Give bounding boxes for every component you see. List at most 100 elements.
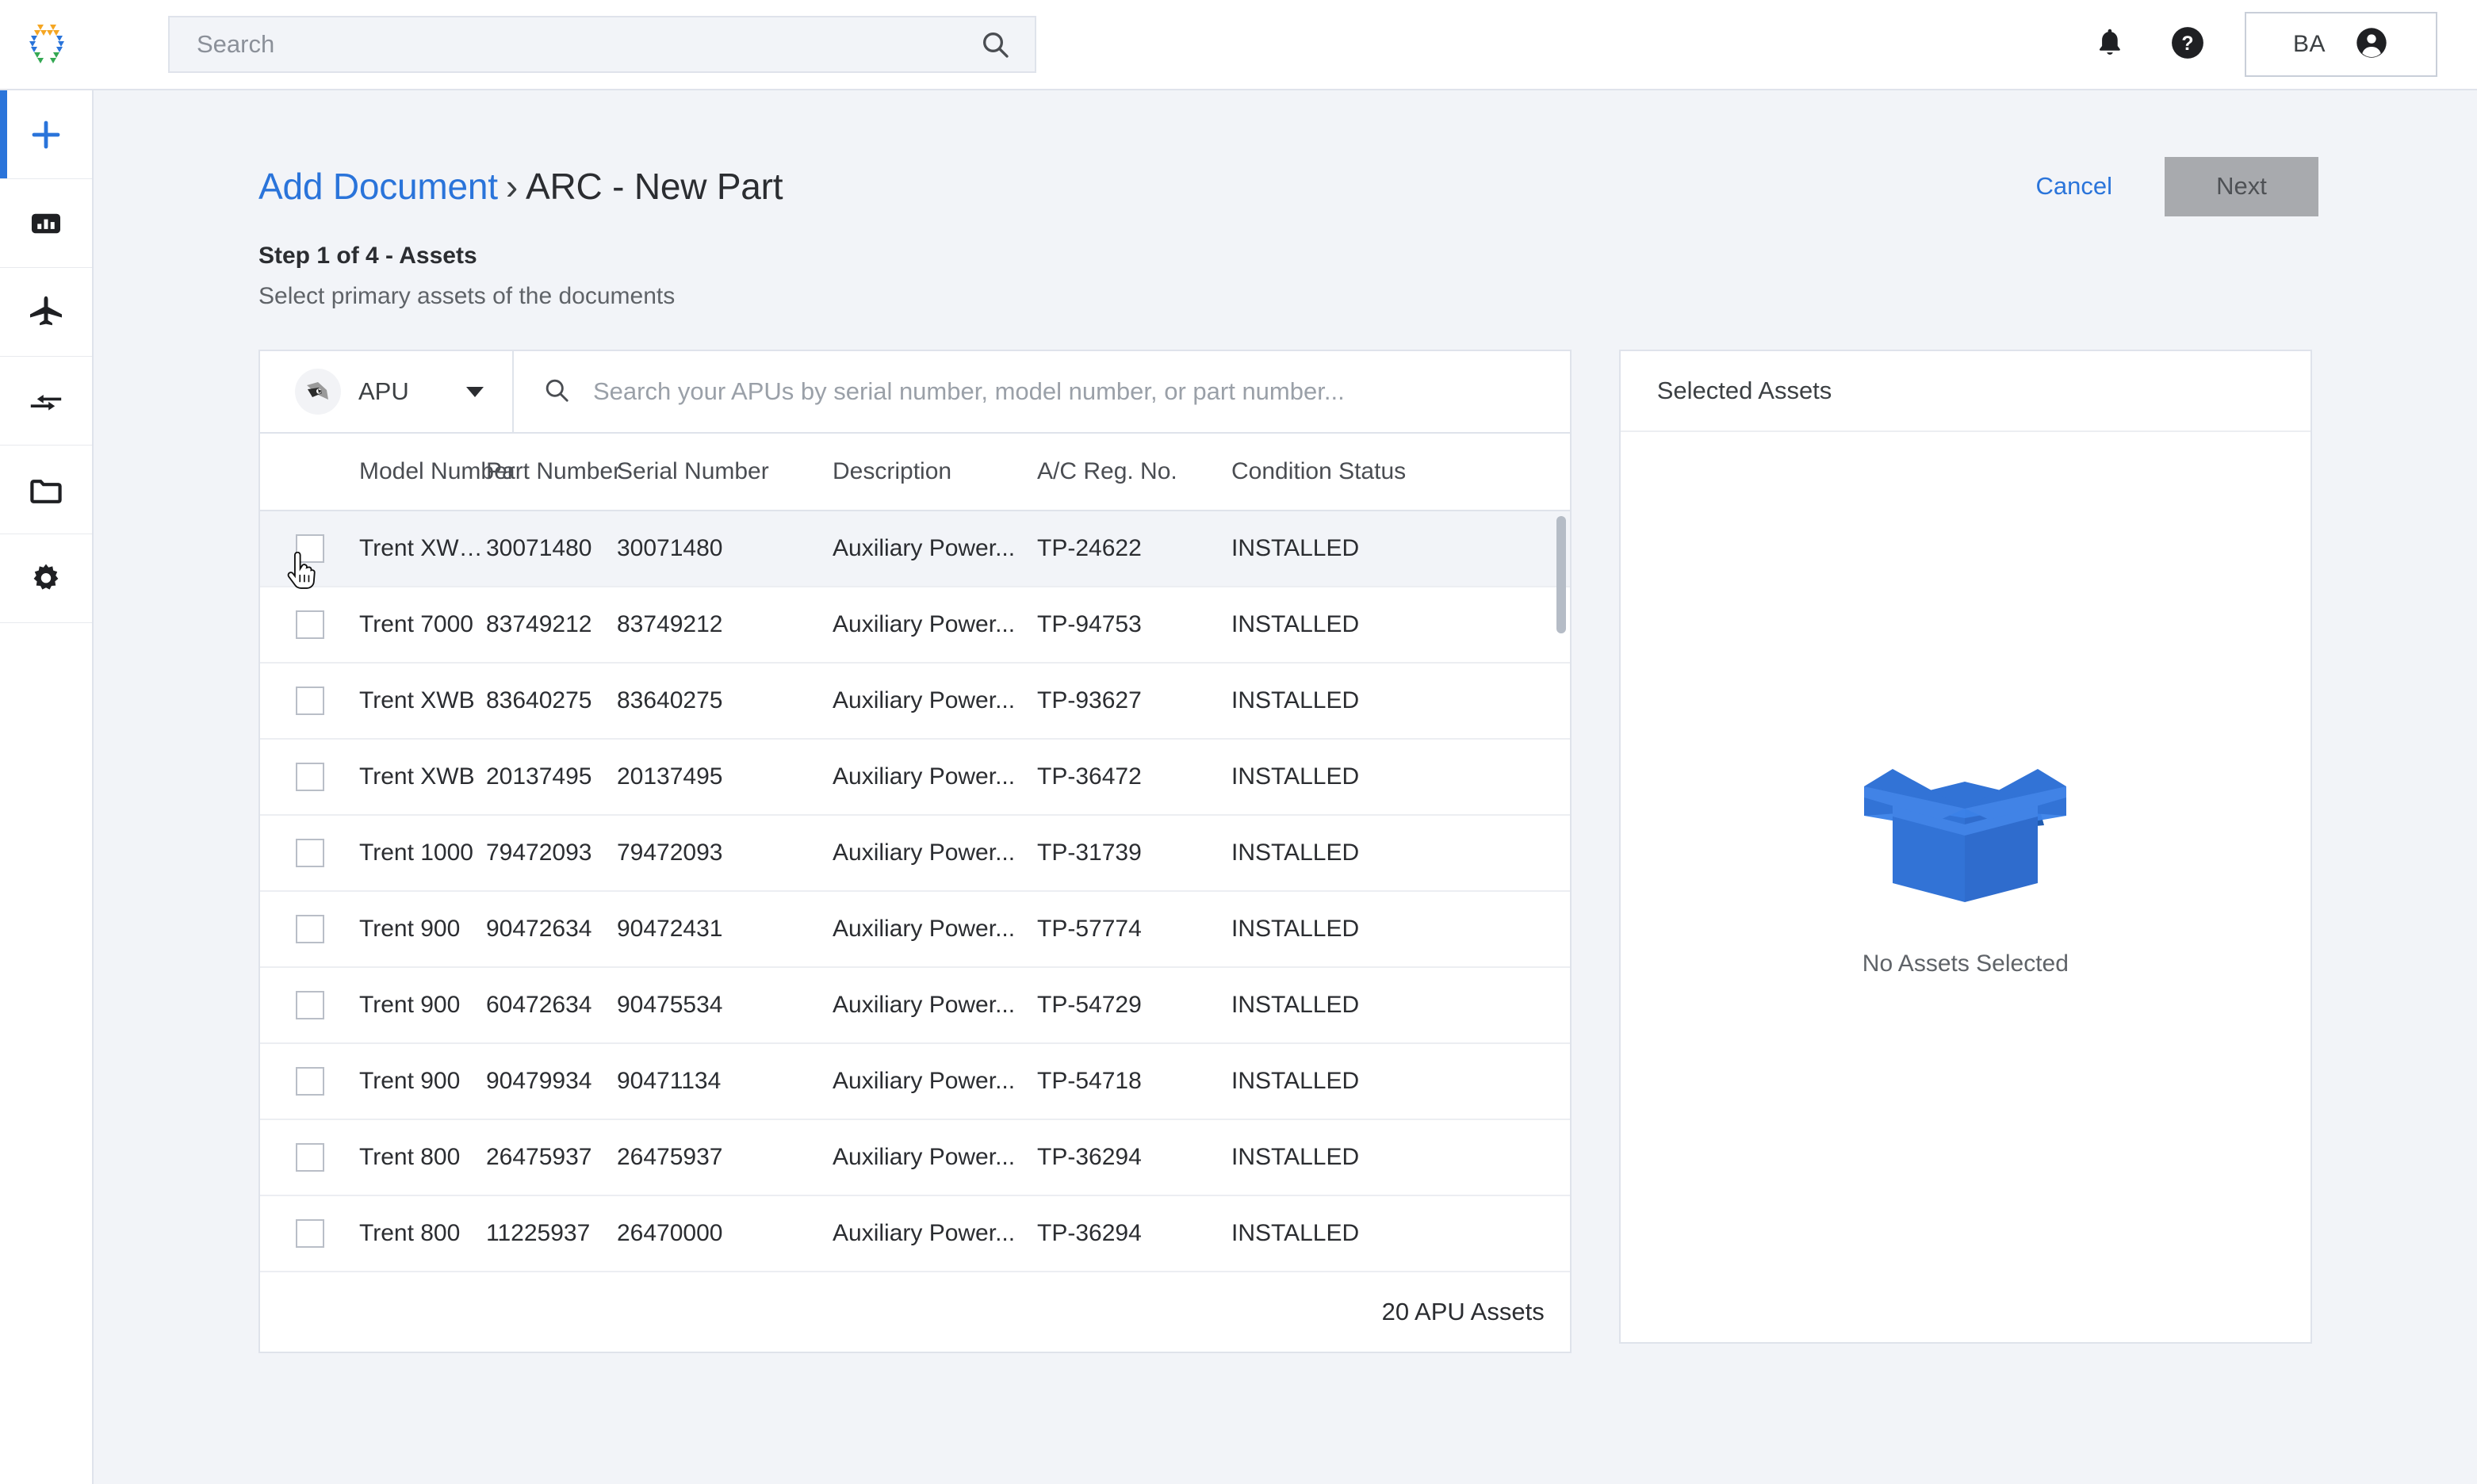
column-header-ac-reg-no[interactable]: A/C Reg. No. bbox=[1037, 458, 1231, 485]
asset-search-box[interactable] bbox=[514, 351, 1570, 432]
table-footer: 20 APU Assets bbox=[260, 1272, 1570, 1352]
header-actions: Cancel Next bbox=[2025, 156, 2318, 216]
table-scrollbar-thumb[interactable] bbox=[1556, 516, 1566, 633]
cell-serial-number: 26475937 bbox=[617, 1144, 723, 1170]
row-checkbox[interactable] bbox=[295, 1067, 324, 1096]
cell-serial-number: 83749212 bbox=[617, 611, 723, 637]
cell-condition-status: INSTALLED bbox=[1231, 611, 1360, 637]
account-circle-icon bbox=[2354, 25, 2389, 64]
asset-type-label: APU bbox=[358, 377, 409, 405]
chevron-down-icon[interactable] bbox=[466, 386, 484, 397]
column-header-part-number[interactable]: Part Number bbox=[486, 458, 621, 485]
cell-description: Auxiliary Power... bbox=[833, 535, 1016, 561]
row-select-cell[interactable] bbox=[260, 1143, 359, 1172]
cell-serial-number: 90471134 bbox=[617, 1068, 722, 1094]
next-button[interactable]: Next bbox=[2165, 156, 2318, 216]
user-menu-button[interactable]: BA bbox=[2245, 12, 2437, 77]
row-checkbox[interactable] bbox=[295, 1143, 324, 1172]
cell-part-number: 79472093 bbox=[486, 840, 592, 866]
table-row[interactable]: Trent 900 60472634 90475534 Auxiliary Power… bbox=[260, 968, 1570, 1044]
global-search-box[interactable] bbox=[168, 16, 1036, 73]
row-checkbox[interactable] bbox=[295, 610, 324, 639]
table-row[interactable]: Trent 800 26475937 26475937 Auxiliary Power… bbox=[260, 1120, 1570, 1196]
column-header-serial-number[interactable]: Serial Number bbox=[617, 458, 833, 485]
asset-search-input[interactable] bbox=[593, 377, 1538, 406]
sidebar-item-documents[interactable] bbox=[0, 446, 92, 534]
row-select-cell[interactable] bbox=[260, 991, 359, 1019]
table-row[interactable]: Trent 800 11225937 26470000 Auxiliary Power… bbox=[260, 1196, 1570, 1272]
row-checkbox[interactable] bbox=[295, 839, 324, 867]
cell-part-number: 83749212 bbox=[486, 611, 592, 637]
breadcrumb: Add Document › ARC - New Part bbox=[258, 165, 783, 208]
row-checkbox[interactable] bbox=[295, 534, 324, 563]
search-input[interactable] bbox=[197, 30, 979, 59]
column-header-description[interactable]: Description bbox=[833, 458, 1037, 485]
row-select-cell[interactable] bbox=[260, 1219, 359, 1248]
cell-description: Auxiliary Power... bbox=[833, 992, 1016, 1018]
row-select-cell[interactable] bbox=[260, 763, 359, 791]
table-row[interactable]: Trent XWB 83640275 83640275 Auxiliary Power… bbox=[260, 664, 1570, 740]
cell-description: Auxiliary Power... bbox=[833, 611, 1016, 637]
app-logo[interactable] bbox=[0, 20, 94, 69]
row-select-cell[interactable] bbox=[260, 839, 359, 867]
cell-serial-number: 79472093 bbox=[617, 840, 723, 866]
table-row[interactable]: Trent XWB 20137495 20137495 Auxiliary Power… bbox=[260, 740, 1570, 816]
sidebar-item-fleet[interactable] bbox=[0, 268, 92, 357]
cell-part-number: 11225937 bbox=[486, 1220, 591, 1246]
hexagon-logo-icon bbox=[25, 20, 69, 69]
cell-condition-status: INSTALLED bbox=[1231, 992, 1360, 1018]
cell-serial-number: 20137495 bbox=[617, 763, 723, 790]
help-button[interactable]: ? bbox=[2167, 24, 2208, 65]
body-row: Add Document › ARC - New Part Cancel Next … bbox=[0, 90, 2477, 1484]
asset-browser-panel: APU Search your APUs by serial number, m… bbox=[258, 350, 1572, 1353]
cell-condition-status: INSTALLED bbox=[1231, 840, 1360, 866]
row-checkbox[interactable] bbox=[295, 1219, 324, 1248]
search-icon[interactable] bbox=[979, 29, 1011, 60]
asset-type-dropdown[interactable]: APU bbox=[260, 351, 514, 432]
apu-tailcone-icon bbox=[295, 369, 341, 415]
row-checkbox[interactable] bbox=[295, 991, 324, 1019]
left-sidebar bbox=[0, 90, 94, 1484]
column-header-condition-status[interactable]: Condition Status bbox=[1231, 458, 1570, 485]
cell-part-number: 26475937 bbox=[486, 1144, 592, 1170]
sidebar-item-transfers[interactable] bbox=[0, 357, 92, 446]
row-select-cell[interactable] bbox=[260, 915, 359, 943]
notifications-button[interactable] bbox=[2089, 24, 2131, 65]
sidebar-item-add[interactable] bbox=[0, 90, 92, 179]
cell-part-number: 60472634 bbox=[486, 992, 592, 1018]
user-initials: BA bbox=[2292, 31, 2326, 57]
app-root: ? BA bbox=[0, 0, 2477, 1484]
cancel-button[interactable]: Cancel bbox=[2025, 164, 2124, 208]
row-checkbox[interactable] bbox=[295, 763, 324, 791]
cell-model-number: Trent 800 bbox=[359, 1144, 461, 1170]
column-header-model-number[interactable]: Model Number bbox=[359, 458, 515, 485]
table-row[interactable]: Trent 900 90479934 90471134 Auxiliary Power… bbox=[260, 1044, 1570, 1120]
row-checkbox[interactable] bbox=[295, 687, 324, 715]
assets-table: Model Number Part Number Serial Number D… bbox=[260, 434, 1570, 1272]
table-row[interactable]: Trent XWB-843007148030071480Auxiliary Po… bbox=[260, 511, 1570, 589]
asset-filter-bar: APU bbox=[260, 351, 1570, 434]
sidebar-item-dashboard[interactable] bbox=[0, 179, 92, 268]
table-row[interactable]: Trent 1000 79472093 79472093 Auxiliary Powe… bbox=[260, 816, 1570, 892]
table-scrollbar[interactable] bbox=[1556, 511, 1566, 1272]
cell-condition-status: INSTALLED bbox=[1231, 763, 1360, 790]
table-row[interactable]: Trent 7000 83749212 83749212 Auxiliary Powe… bbox=[260, 587, 1570, 664]
page-header: Add Document › ARC - New Part Cancel Next bbox=[94, 90, 2477, 230]
row-select-cell[interactable] bbox=[260, 687, 359, 715]
asset-count-label: 20 APU Assets bbox=[1381, 1298, 1545, 1325]
row-select-cell[interactable] bbox=[260, 610, 359, 639]
cell-condition-status: INSTALLED bbox=[1231, 1068, 1360, 1094]
cell-ac-reg-no: TP-57774 bbox=[1037, 916, 1142, 942]
row-select-cell[interactable] bbox=[260, 1067, 359, 1096]
cell-model-number: Trent 1000 bbox=[359, 840, 473, 866]
row-select-cell[interactable] bbox=[260, 534, 359, 589]
chart-bar-icon bbox=[28, 205, 64, 242]
cell-model-number: Trent 900 bbox=[359, 992, 461, 1018]
table-header-row: Model Number Part Number Serial Number D… bbox=[260, 434, 1570, 511]
sidebar-item-settings[interactable] bbox=[0, 534, 92, 623]
row-checkbox[interactable] bbox=[295, 915, 324, 943]
table-row[interactable]: Trent 900 90472634 90472431 Auxiliary Power… bbox=[260, 892, 1570, 968]
breadcrumb-link-add-document[interactable]: Add Document bbox=[258, 166, 498, 207]
cell-model-number: Trent 800 bbox=[359, 1220, 461, 1246]
cell-ac-reg-no: TP-54729 bbox=[1037, 992, 1142, 1018]
